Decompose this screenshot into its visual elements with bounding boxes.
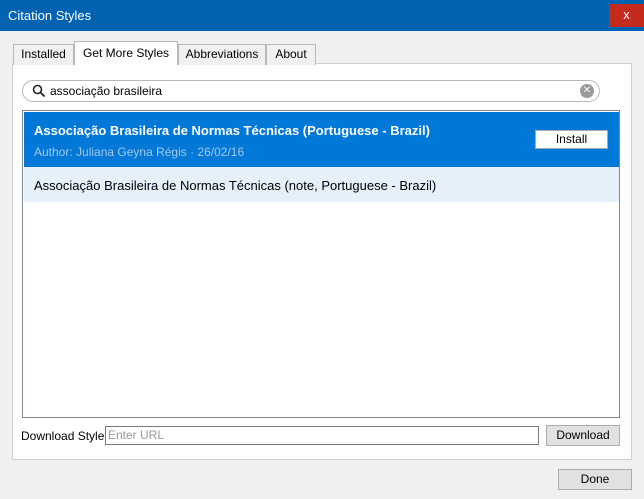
- search-input[interactable]: associação brasileira: [50, 84, 162, 98]
- close-button[interactable]: x: [609, 4, 644, 27]
- tab-get-more-styles[interactable]: Get More Styles: [74, 41, 178, 65]
- list-item[interactable]: Associação Brasileira de Normas Técnicas…: [24, 167, 619, 202]
- tab-abbreviations[interactable]: Abbreviations: [178, 44, 266, 65]
- done-button[interactable]: Done: [558, 469, 632, 490]
- window-title: Citation Styles: [8, 8, 92, 23]
- style-name: Associação Brasileira de Normas Técnicas…: [34, 123, 430, 138]
- tab-about[interactable]: About: [266, 44, 316, 65]
- styles-list[interactable]: Associação Brasileira de Normas Técnicas…: [22, 110, 620, 418]
- style-author: Author: Juliana Geyna Régis · 26/02/16: [34, 145, 245, 159]
- clear-search-icon[interactable]: ✕: [580, 84, 594, 98]
- search-field[interactable]: associação brasileira ✕: [22, 80, 600, 102]
- title-bar: Citation Styles x: [0, 0, 644, 31]
- list-item[interactable]: Associação Brasileira de Normas Técnicas…: [24, 112, 619, 167]
- download-button[interactable]: Download: [546, 425, 620, 446]
- download-url-input[interactable]: Enter URL: [105, 426, 539, 445]
- tab-installed[interactable]: Installed: [13, 44, 74, 65]
- install-button[interactable]: Install: [535, 130, 608, 149]
- search-icon: [32, 84, 46, 98]
- style-name: Associação Brasileira de Normas Técnicas…: [34, 178, 437, 193]
- download-style-label: Download Style:: [21, 429, 108, 443]
